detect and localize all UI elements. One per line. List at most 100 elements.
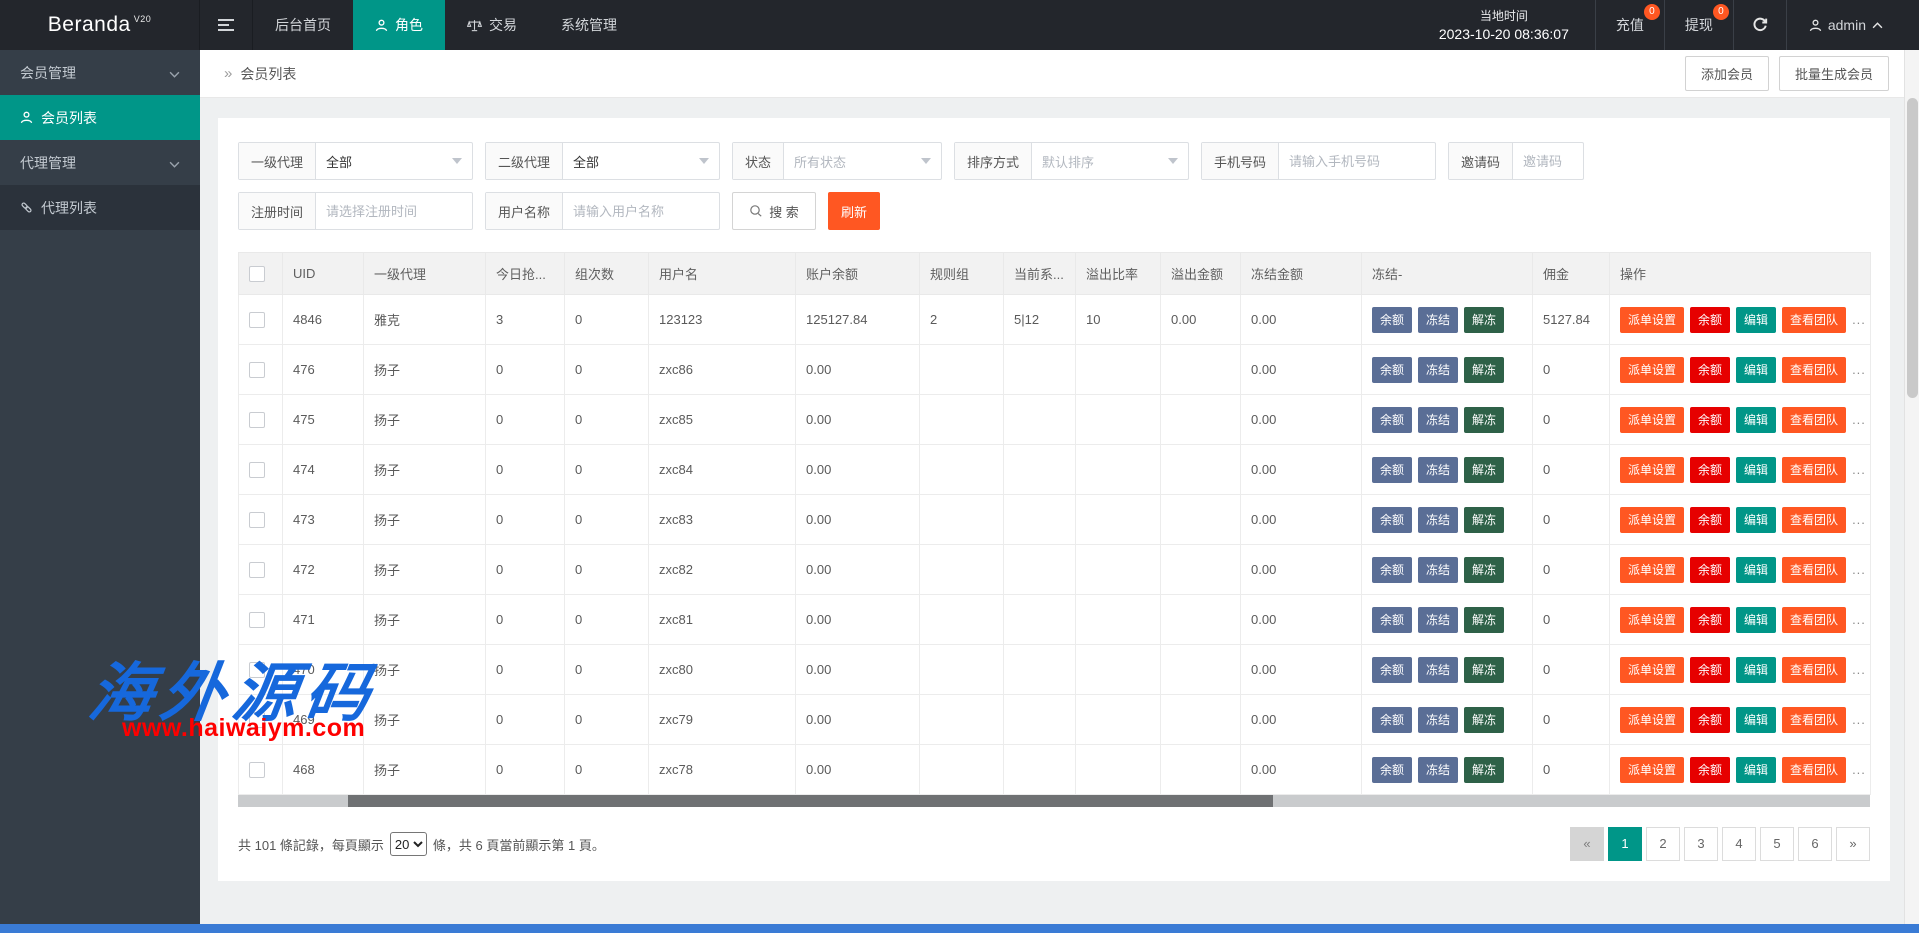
phone-input[interactable] xyxy=(1279,143,1435,179)
balance-button[interactable]: 余额 xyxy=(1690,657,1730,683)
sort-select[interactable]: 默认排序 xyxy=(1032,143,1168,179)
unfreeze-button[interactable]: 解冻 xyxy=(1464,557,1504,583)
search-button[interactable]: 搜 索 xyxy=(732,192,816,230)
pagination-page-2[interactable]: 2 xyxy=(1646,827,1680,861)
nav-item-role[interactable]: 角色 xyxy=(353,0,445,50)
row-checkbox[interactable] xyxy=(249,762,265,778)
pagination-page-1[interactable]: 1 xyxy=(1608,827,1642,861)
row-checkbox[interactable] xyxy=(249,312,265,328)
unfreeze-button[interactable]: 解冻 xyxy=(1464,457,1504,483)
balance-button[interactable]: 余额 xyxy=(1690,607,1730,633)
edit-button[interactable]: 编辑 xyxy=(1736,557,1776,583)
dispatch-settings-button[interactable]: 派单设置 xyxy=(1620,757,1684,783)
balance-button[interactable]: 余额 xyxy=(1690,307,1730,333)
add-member-button[interactable]: 添加会员 xyxy=(1685,56,1769,91)
more-actions[interactable]: ... xyxy=(1852,612,1866,627)
balance-button[interactable]: 余额 xyxy=(1372,557,1412,583)
status-select[interactable]: 所有状态 xyxy=(784,143,921,179)
freeze-button[interactable]: 冻结 xyxy=(1418,757,1458,783)
row-checkbox[interactable] xyxy=(249,362,265,378)
more-actions[interactable]: ... xyxy=(1852,312,1866,327)
freeze-button[interactable]: 冻结 xyxy=(1418,507,1458,533)
sidebar-item-member-management[interactable]: 会员管理 xyxy=(0,50,200,95)
unfreeze-button[interactable]: 解冻 xyxy=(1464,357,1504,383)
dispatch-settings-button[interactable]: 派单设置 xyxy=(1620,707,1684,733)
nav-item-dashboard[interactable]: 后台首页 xyxy=(253,0,353,50)
freeze-button[interactable]: 冻结 xyxy=(1418,307,1458,333)
balance-button[interactable]: 余额 xyxy=(1690,407,1730,433)
agent-level2-select[interactable]: 全部 xyxy=(563,143,699,179)
unfreeze-button[interactable]: 解冻 xyxy=(1464,507,1504,533)
nav-item-system[interactable]: 系统管理 xyxy=(539,0,639,50)
pagination-page-5[interactable]: 5 xyxy=(1760,827,1794,861)
balance-button[interactable]: 余额 xyxy=(1372,307,1412,333)
balance-button[interactable]: 余额 xyxy=(1690,457,1730,483)
balance-button[interactable]: 余额 xyxy=(1372,607,1412,633)
balance-button[interactable]: 余额 xyxy=(1372,507,1412,533)
pagination-next[interactable]: » xyxy=(1836,827,1870,861)
more-actions[interactable]: ... xyxy=(1852,362,1866,377)
balance-button[interactable]: 余额 xyxy=(1690,557,1730,583)
refresh-list-button[interactable]: 刷新 xyxy=(828,192,880,230)
edit-button[interactable]: 编辑 xyxy=(1736,307,1776,333)
balance-button[interactable]: 余额 xyxy=(1372,657,1412,683)
freeze-button[interactable]: 冻结 xyxy=(1418,457,1458,483)
view-team-button[interactable]: 查看团队 xyxy=(1782,457,1846,483)
balance-button[interactable]: 余额 xyxy=(1372,357,1412,383)
freeze-button[interactable]: 冻结 xyxy=(1418,657,1458,683)
user-menu[interactable]: admin xyxy=(1787,0,1905,50)
row-checkbox[interactable] xyxy=(249,562,265,578)
more-actions[interactable]: ... xyxy=(1852,762,1866,777)
dispatch-settings-button[interactable]: 派单设置 xyxy=(1620,357,1684,383)
more-actions[interactable]: ... xyxy=(1852,712,1866,727)
freeze-button[interactable]: 冻结 xyxy=(1418,357,1458,383)
more-actions[interactable]: ... xyxy=(1852,462,1866,477)
more-actions[interactable]: ... xyxy=(1852,512,1866,527)
nav-item-trade[interactable]: 交易 xyxy=(445,0,539,50)
dispatch-settings-button[interactable]: 派单设置 xyxy=(1620,607,1684,633)
dispatch-settings-button[interactable]: 派单设置 xyxy=(1620,557,1684,583)
select-all-checkbox[interactable] xyxy=(249,266,265,282)
edit-button[interactable]: 编辑 xyxy=(1736,407,1776,433)
horizontal-scrollbar-thumb[interactable] xyxy=(348,795,1273,807)
unfreeze-button[interactable]: 解冻 xyxy=(1464,757,1504,783)
view-team-button[interactable]: 查看团队 xyxy=(1782,307,1846,333)
balance-button[interactable]: 余额 xyxy=(1690,707,1730,733)
view-team-button[interactable]: 查看团队 xyxy=(1782,757,1846,783)
edit-button[interactable]: 编辑 xyxy=(1736,707,1776,733)
balance-button[interactable]: 余额 xyxy=(1372,707,1412,733)
horizontal-scrollbar[interactable] xyxy=(238,795,1870,807)
edit-button[interactable]: 编辑 xyxy=(1736,357,1776,383)
refresh-page-button[interactable] xyxy=(1734,0,1787,50)
more-actions[interactable]: ... xyxy=(1852,662,1866,677)
view-team-button[interactable]: 查看团队 xyxy=(1782,657,1846,683)
more-actions[interactable]: ... xyxy=(1852,562,1866,577)
unfreeze-button[interactable]: 解冻 xyxy=(1464,707,1504,733)
vertical-scrollbar[interactable] xyxy=(1904,50,1919,924)
dispatch-settings-button[interactable]: 派单设置 xyxy=(1620,657,1684,683)
edit-button[interactable]: 编辑 xyxy=(1736,607,1776,633)
view-team-button[interactable]: 查看团队 xyxy=(1782,607,1846,633)
balance-button[interactable]: 余额 xyxy=(1372,407,1412,433)
unfreeze-button[interactable]: 解冻 xyxy=(1464,307,1504,333)
recharge-button[interactable]: 充值 0 xyxy=(1596,0,1665,50)
row-checkbox[interactable] xyxy=(249,462,265,478)
agent-level1-select[interactable]: 全部 xyxy=(316,143,452,179)
edit-button[interactable]: 编辑 xyxy=(1736,657,1776,683)
view-team-button[interactable]: 查看团队 xyxy=(1782,707,1846,733)
freeze-button[interactable]: 冻结 xyxy=(1418,607,1458,633)
balance-button[interactable]: 余额 xyxy=(1690,357,1730,383)
batch-generate-member-button[interactable]: 批量生成会员 xyxy=(1779,56,1889,91)
pagination-page-4[interactable]: 4 xyxy=(1722,827,1756,861)
withdraw-button[interactable]: 提现 0 xyxy=(1665,0,1734,50)
dispatch-settings-button[interactable]: 派单设置 xyxy=(1620,307,1684,333)
row-checkbox[interactable] xyxy=(249,662,265,678)
sidebar-item-agent-list[interactable]: 代理列表 xyxy=(0,185,200,230)
edit-button[interactable]: 编辑 xyxy=(1736,757,1776,783)
unfreeze-button[interactable]: 解冻 xyxy=(1464,657,1504,683)
view-team-button[interactable]: 查看团队 xyxy=(1782,557,1846,583)
sidebar-item-member-list[interactable]: 会员列表 xyxy=(0,95,200,140)
freeze-button[interactable]: 冻结 xyxy=(1418,557,1458,583)
freeze-button[interactable]: 冻结 xyxy=(1418,407,1458,433)
sidebar-item-agent-management[interactable]: 代理管理 xyxy=(0,140,200,185)
